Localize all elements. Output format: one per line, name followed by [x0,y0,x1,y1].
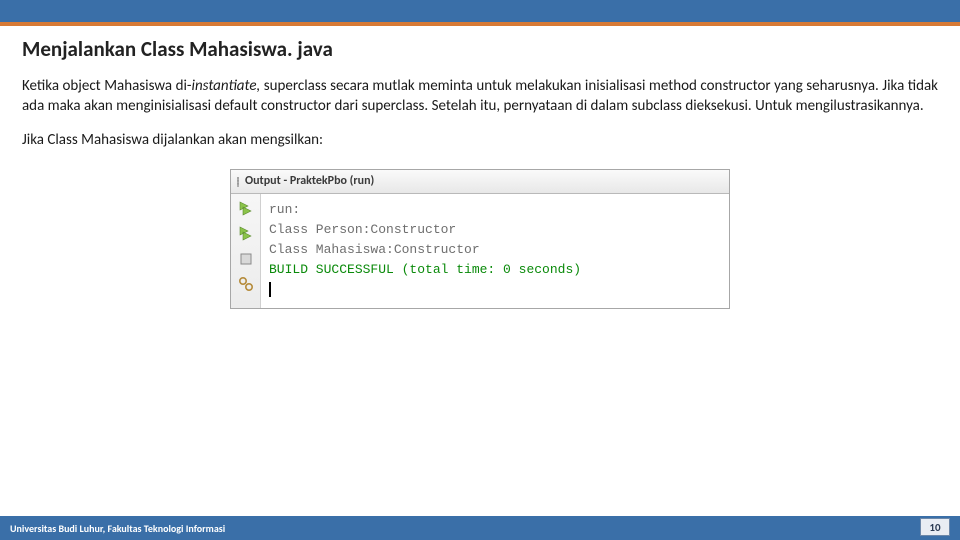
console-line: Class Person:Constructor [269,220,721,240]
paragraph-italic: instantiate, [192,77,261,95]
output-title: Output - PraktekPbo (run) [245,174,374,188]
body-paragraph: Ketika object Mahasiswa di-instantiate, … [0,76,960,127]
text-cursor-icon [269,282,271,297]
rerun-icon[interactable] [235,198,257,220]
console-line: run: [269,200,721,220]
output-body: run: Class Person:Constructor Class Maha… [231,194,729,309]
console-line: Class Mahasiswa:Constructor [269,240,721,260]
slide: Menjalankan Class Mahasiswa. java Ketika… [0,0,960,540]
output-titlebar: Output - PraktekPbo (run) [231,170,729,194]
rerun-alt-icon[interactable] [235,223,257,245]
settings-icon[interactable] [235,273,257,295]
console-cursor-line [269,280,721,300]
stop-icon[interactable] [235,248,257,270]
paragraph-prefix: Ketika object Mahasiswa di- [22,77,192,95]
footer-bar: Universitas Budi Luhur, Fakultas Teknolo… [0,516,960,540]
page-number-badge: 10 [920,518,950,536]
page-title: Menjalankan Class Mahasiswa. java [0,26,960,76]
console-output: run: Class Person:Constructor Class Maha… [261,194,729,309]
lead-text: Jika Class Mahasiswa dijalankan akan men… [0,127,960,163]
output-panel: Output - PraktekPbo (run) run: Class [230,169,730,310]
top-bar [0,0,960,22]
grip-icon [237,177,239,185]
console-success-line: BUILD SUCCESSFUL (total time: 0 seconds) [269,260,721,280]
footer-text: Universitas Budi Luhur, Fakultas Teknolo… [10,522,225,535]
tool-column [231,194,261,309]
